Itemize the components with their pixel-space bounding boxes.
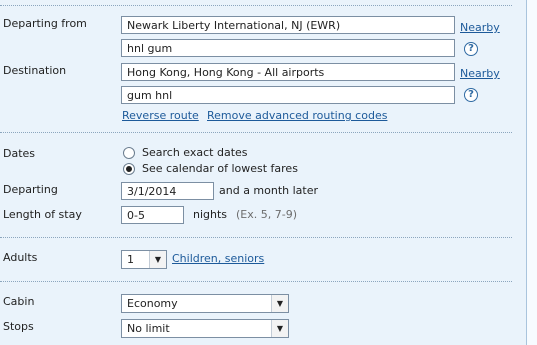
adults-select[interactable]: 1 ▼ <box>121 250 167 269</box>
adults-select-value: 1 <box>127 253 134 266</box>
calendar-fares-radio[interactable] <box>123 163 135 175</box>
stops-select-value: No limit <box>127 322 170 335</box>
departing-from-label: Departing from <box>3 17 87 30</box>
exact-dates-option-label[interactable]: Search exact dates <box>142 146 248 159</box>
origin-input[interactable]: Newark Liberty International, NJ (EWR) <box>121 16 455 34</box>
origin-routing-input[interactable]: hnl gum <box>121 39 455 57</box>
destination-routing-help-icon[interactable]: ? <box>464 88 478 102</box>
origin-routing-help-icon[interactable]: ? <box>464 42 478 56</box>
reverse-route-link[interactable]: Reverse route <box>122 109 199 122</box>
remove-routing-codes-link[interactable]: Remove advanced routing codes <box>207 109 387 122</box>
departing-date-suffix: and a month later <box>219 184 319 197</box>
length-of-stay-unit: nights <box>193 208 228 221</box>
dates-divider <box>0 237 512 238</box>
page-margin <box>527 0 537 345</box>
cabin-label: Cabin <box>3 295 35 308</box>
exact-dates-radio[interactable] <box>123 147 135 159</box>
chevron-down-icon[interactable]: ▼ <box>149 251 166 268</box>
departing-date-input[interactable]: 3/1/2014 <box>121 182 214 200</box>
destination-input[interactable]: Hong Kong, Hong Kong - All airports <box>121 63 455 81</box>
adults-label: Adults <box>3 251 38 264</box>
departing-date-label: Departing <box>3 183 58 196</box>
cabin-select[interactable]: Economy ▼ <box>121 294 289 313</box>
children-seniors-link[interactable]: Children, seniors <box>172 252 264 265</box>
chevron-down-icon[interactable]: ▼ <box>271 320 288 337</box>
dates-label: Dates <box>3 147 36 160</box>
passengers-divider <box>0 281 512 282</box>
calendar-fares-option-label[interactable]: See calendar of lowest fares <box>142 162 298 175</box>
length-of-stay-label: Length of stay <box>3 208 82 221</box>
stops-label: Stops <box>3 320 34 333</box>
destination-label: Destination <box>3 64 67 77</box>
cabin-select-value: Economy <box>127 297 178 310</box>
top-divider <box>0 5 512 6</box>
stops-select[interactable]: No limit ▼ <box>121 319 289 338</box>
length-of-stay-hint: (Ex. 5, 7-9) <box>236 208 297 221</box>
length-of-stay-input[interactable]: 0-5 <box>121 206 184 224</box>
destination-nearby-link[interactable]: Nearby <box>460 67 500 80</box>
origin-nearby-link[interactable]: Nearby <box>460 21 500 34</box>
route-divider <box>0 132 512 133</box>
destination-routing-input[interactable]: gum hnl <box>121 86 455 104</box>
chevron-down-icon[interactable]: ▼ <box>271 295 288 312</box>
